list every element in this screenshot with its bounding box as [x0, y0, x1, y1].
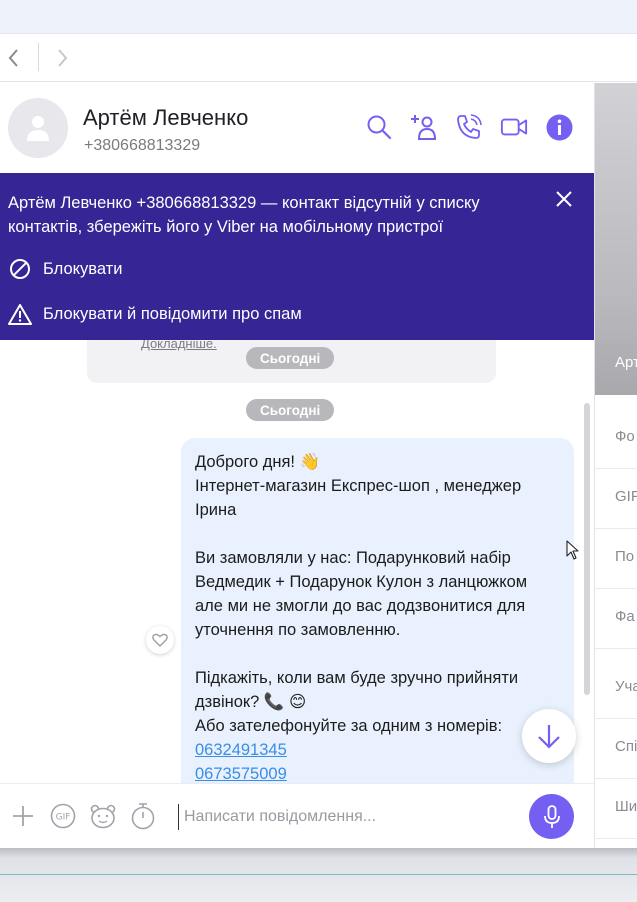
gif-icon: GIF — [50, 803, 76, 829]
message-line: Ірина — [195, 501, 237, 519]
phone-link[interactable]: 0673575009 — [195, 765, 287, 783]
mouse-cursor-icon — [566, 540, 579, 560]
svg-text:GIF: GIF — [56, 813, 71, 823]
attach-button[interactable] — [9, 802, 37, 830]
contact-photo: Арт — [595, 83, 637, 395]
message-line: Інтернет-магазин Експрес-шоп , менеджер — [195, 477, 522, 495]
message-line: дзвінок? 📞 😊 — [195, 693, 307, 711]
warning-icon — [8, 302, 32, 326]
stopwatch-icon — [131, 803, 155, 830]
block-spam-label: Блокувати й повідомити про спам — [43, 304, 302, 323]
message-composer: GIF — [0, 783, 594, 848]
add-user-icon — [411, 115, 437, 140]
contact-info-panel: Арт Фо GIF По Фа Уча Спі Ши — [594, 83, 637, 848]
block-icon — [8, 257, 32, 281]
info-row-shared-groups[interactable]: Спі — [595, 719, 637, 779]
bear-sticker-icon — [90, 804, 116, 829]
chevron-right-icon — [58, 49, 68, 67]
like-button[interactable] — [146, 626, 174, 654]
chat-scrollbar[interactable] — [584, 403, 590, 695]
message-line: Або зателефонуйте за одним з номерів: — [195, 717, 503, 735]
add-participant-button[interactable] — [410, 113, 438, 141]
video-call-button[interactable] — [500, 113, 528, 141]
block-and-report-spam-button[interactable]: Блокувати й повідомити про спам — [8, 302, 302, 326]
desktop-background — [0, 848, 637, 902]
timer-button[interactable] — [129, 802, 157, 830]
info-row-encryption[interactable]: Ши — [595, 779, 637, 839]
audio-call-button[interactable] — [455, 113, 483, 141]
info-row-participants[interactable]: Уча — [595, 659, 637, 719]
message-line — [195, 522, 565, 546]
banner-text: Артём Левченко +380668813329 — контакт в… — [8, 194, 480, 236]
unknown-contact-banner: Артём Левченко +380668813329 — контакт в… — [0, 173, 594, 340]
window-top-strip — [0, 0, 637, 34]
heart-icon — [152, 633, 168, 647]
banner-close-button[interactable] — [552, 187, 576, 211]
message-line: уточнення по замовленню. — [195, 621, 401, 639]
message-line — [195, 642, 565, 666]
chevron-left-icon — [8, 49, 18, 67]
message-bubble[interactable]: Доброго дня! 👋 Інтернет-магазин Експрес-… — [181, 438, 574, 798]
forward-button[interactable] — [48, 44, 76, 72]
message-line: Підкажіть, коли вам буде зручно прийняти — [195, 669, 519, 687]
block-label: Блокувати — [43, 259, 123, 278]
voice-message-button[interactable] — [529, 794, 574, 839]
message-text: Доброго дня! 👋 Інтернет-магазин Експрес-… — [195, 450, 565, 786]
info-row-gif[interactable]: GIF — [595, 469, 637, 529]
person-icon — [27, 116, 49, 141]
date-pill: Сьогодні — [246, 399, 335, 421]
info-icon — [546, 114, 572, 140]
back-button[interactable] — [0, 44, 28, 72]
date-pill: Сьогодні — [246, 347, 335, 369]
block-button[interactable]: Блокувати — [8, 257, 122, 281]
search-icon — [367, 115, 392, 140]
message-line: але ми не змогли до вас додзвонитися для — [195, 597, 526, 615]
message-line: Доброго дня! 👋 — [195, 453, 321, 471]
chat-panel: Артём Левченко +380668813329 Артём Левче… — [0, 83, 594, 848]
scroll-to-bottom-button[interactable] — [522, 709, 576, 763]
info-row-photos[interactable]: Фо — [595, 409, 637, 469]
close-icon — [556, 191, 572, 207]
contact-phone: +380668813329 — [84, 137, 201, 154]
sticker-button[interactable] — [89, 802, 117, 830]
contact-name[interactable]: Артём Левченко — [83, 105, 248, 131]
plus-icon — [13, 806, 33, 826]
info-row-links[interactable]: По — [595, 529, 637, 589]
phone-call-icon — [457, 114, 482, 139]
gif-button[interactable]: GIF — [49, 802, 77, 830]
avatar[interactable] — [8, 98, 68, 158]
message-input[interactable] — [178, 804, 508, 830]
desktop-divider — [0, 874, 637, 875]
nav-separator — [38, 43, 39, 71]
video-camera-icon — [500, 118, 528, 136]
message-line: Ви замовляли у нас: Подарунковий набір — [195, 549, 511, 567]
info-row-files[interactable]: Фа — [595, 589, 637, 649]
chat-header: Артём Левченко +380668813329 — [0, 83, 594, 173]
navigation-bar — [0, 34, 637, 82]
info-button[interactable] — [545, 113, 573, 141]
search-button[interactable] — [365, 113, 393, 141]
contact-photo-label: Арт — [615, 354, 637, 371]
arrow-down-icon — [538, 725, 560, 749]
phone-link[interactable]: 0632491345 — [195, 741, 287, 759]
microphone-icon — [543, 804, 560, 828]
message-line: Ведмедик + Подарунок Кулон з ланцюжком — [195, 573, 528, 591]
